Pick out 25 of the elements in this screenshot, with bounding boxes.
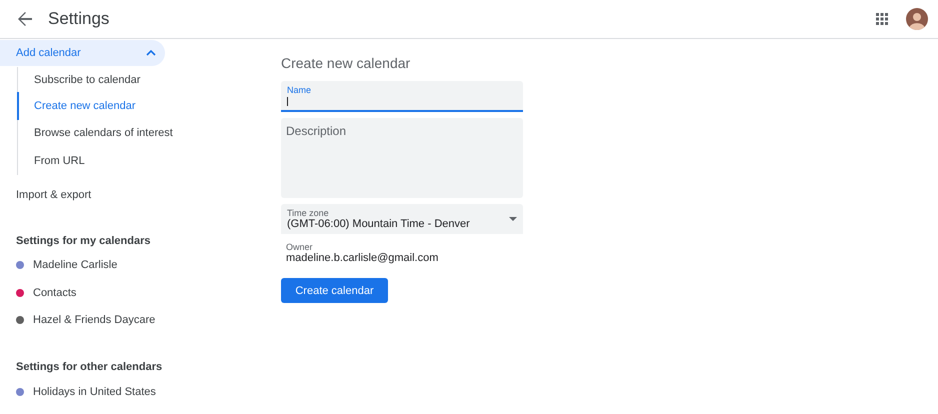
calendar-link[interactable]: Hazel & Friends Daycare <box>33 314 156 326</box>
chevron-icon[interactable] <box>146 50 156 56</box>
owner-label: Owner <box>286 242 314 252</box>
calendar-link[interactable]: Contacts <box>33 286 76 299</box>
description-field[interactable]: Description <box>281 118 523 198</box>
time-zone-dropdown[interactable]: Time zone (GMT-06:00) Mountain Time - Denver <box>281 204 523 234</box>
nav-subitem[interactable]: Browse calendars of interest <box>17 120 265 147</box>
nav-item[interactable]: Import & export <box>0 182 165 208</box>
section-heading: Settings for my calendars <box>15 234 152 248</box>
page-title: Settings <box>48 9 110 29</box>
dropdown-arrow-icon <box>509 217 517 221</box>
nav-subitem[interactable]: Create new calendar <box>17 92 265 120</box>
calendar-link[interactable]: Holidays in United States <box>33 386 156 398</box>
apps-grid-icon[interactable] <box>876 13 888 25</box>
nav-subitem[interactable]: Subscribe to calendar <box>17 67 265 92</box>
back-icon[interactable] <box>17 11 33 27</box>
avatar[interactable] <box>906 8 928 30</box>
section-heading: Settings for other calendars <box>15 360 164 375</box>
calendar-link[interactable]: Madeline Carlisle <box>33 259 118 272</box>
nav-item[interactable]: Add calendar <box>0 40 165 66</box>
form-title: Create new calendar <box>281 55 412 71</box>
name-field[interactable]: Name <box>281 81 523 112</box>
create-calendar-button[interactable]: Create calendar <box>281 278 388 303</box>
owner-email: madeline.b.carlisle@gmail.com <box>286 252 440 264</box>
nav-subitem[interactable]: From URL <box>17 147 265 174</box>
